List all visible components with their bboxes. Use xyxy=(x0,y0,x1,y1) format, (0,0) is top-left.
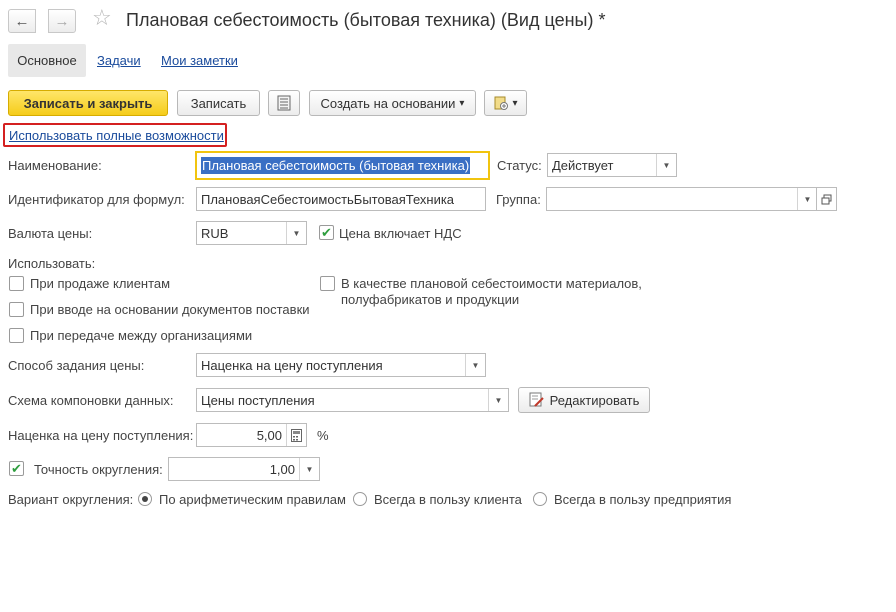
status-label: Статус: xyxy=(497,158,542,173)
tab-tasks[interactable]: Задачи xyxy=(97,53,141,68)
edit-schema-label: Редактировать xyxy=(549,392,640,408)
currency-value: RUB xyxy=(201,225,229,241)
attachments-button[interactable]: ▾ xyxy=(484,90,527,116)
edit-schema-button[interactable]: Редактировать xyxy=(518,387,650,413)
back-button[interactable]: ← xyxy=(8,9,36,33)
rounding-arithmetic-label: По арифметическим правилам xyxy=(159,492,346,507)
chevron-down-icon[interactable]: ▼ xyxy=(797,188,817,210)
use-sales-checkbox[interactable] xyxy=(9,276,24,291)
group-select[interactable]: ▼ xyxy=(546,187,818,211)
edit-icon xyxy=(529,392,544,407)
use-supply-docs-checkbox[interactable] xyxy=(9,302,24,317)
arrow-left-icon: ← xyxy=(14,12,30,30)
paperclip-document-icon xyxy=(494,96,509,110)
schema-select[interactable]: Цены поступления ▼ xyxy=(196,388,509,412)
rounding-company-radio[interactable] xyxy=(533,492,547,506)
use-intercompany-label: При передаче между организациями xyxy=(30,328,253,343)
create-based-on-label: Создать на основании xyxy=(320,95,456,111)
save-button[interactable]: Записать xyxy=(177,90,260,116)
chevron-down-icon[interactable]: ▼ xyxy=(299,458,319,480)
planned-cost-label-line1: В качестве плановой себестоимости матери… xyxy=(341,276,642,291)
markup-unit: % xyxy=(317,428,329,443)
chevron-down-icon[interactable]: ▼ xyxy=(488,389,508,411)
status-select[interactable]: Действует ▼ xyxy=(547,153,677,177)
markup-value: 5,00 xyxy=(256,427,282,443)
forward-button[interactable]: → xyxy=(48,9,76,33)
name-value: Плановая себестоимость (бытовая техника) xyxy=(201,157,471,174)
save-and-close-button[interactable]: Записать и закрыть xyxy=(8,90,168,116)
chevron-down-icon: ▾ xyxy=(459,97,465,109)
use-supply-docs-label: При вводе на основании документов постав… xyxy=(30,302,310,317)
checkmark-icon: ✔ xyxy=(321,225,332,240)
arrow-right-icon: → xyxy=(54,12,70,30)
chevron-down-icon[interactable]: ▼ xyxy=(286,222,306,244)
star-icon[interactable]: ☆ xyxy=(92,7,112,29)
schema-label: Схема компоновки данных: xyxy=(8,393,174,408)
rounding-variant-label: Вариант округления: xyxy=(8,492,134,507)
name-label: Наименование: xyxy=(8,158,102,173)
create-based-on-button[interactable]: Создать на основании ▾ xyxy=(309,90,476,116)
formula-id-input[interactable]: ПлановаяСебестоимостьБытоваяТехника xyxy=(196,187,486,211)
chevron-down-icon[interactable]: ▼ xyxy=(656,154,676,176)
open-group-button[interactable] xyxy=(816,187,837,211)
rounding-checkbox[interactable]: ✔ xyxy=(9,461,24,476)
tab-my-notes[interactable]: Мои заметки xyxy=(161,53,238,68)
vat-label: Цена включает НДС xyxy=(339,226,462,241)
currency-select[interactable]: RUB ▼ xyxy=(196,221,307,245)
open-window-icon xyxy=(821,194,832,204)
group-label: Группа: xyxy=(496,192,541,207)
markup-label: Наценка на цену поступления: xyxy=(8,428,194,443)
vat-checkbox[interactable]: ✔ xyxy=(319,225,334,240)
rounding-value: 1,00 xyxy=(269,461,295,477)
use-full-features-link[interactable]: Использовать полные возможности xyxy=(9,128,224,143)
markup-input[interactable]: 5,00 xyxy=(196,423,307,447)
rounding-select[interactable]: 1,00 ▼ xyxy=(168,457,320,481)
price-method-label: Способ задания цены: xyxy=(8,358,145,373)
rounding-company-label: Всегда в пользу предприятия xyxy=(554,492,732,507)
schema-value: Цены поступления xyxy=(201,392,315,408)
use-intercompany-checkbox[interactable] xyxy=(9,328,24,343)
use-sales-label: При продаже клиентам xyxy=(30,276,171,291)
formula-id-label: Идентификатор для формул: xyxy=(8,192,185,207)
tab-main-label: Основное xyxy=(17,53,77,68)
price-method-select[interactable]: Наценка на цену поступления ▼ xyxy=(196,353,486,377)
use-label: Использовать: xyxy=(8,256,96,271)
list-button[interactable] xyxy=(268,90,300,116)
rounding-arithmetic-radio[interactable] xyxy=(138,492,152,506)
planned-cost-checkbox[interactable] xyxy=(320,276,335,291)
formula-id-value: ПлановаяСебестоимостьБытоваяТехника xyxy=(201,191,455,207)
currency-label: Валюта цены: xyxy=(8,226,93,241)
rounding-label: Точность округления: xyxy=(34,462,163,477)
rounding-client-label: Всегда в пользу клиента xyxy=(374,492,522,507)
status-value: Действует xyxy=(552,157,614,173)
rounding-client-radio[interactable] xyxy=(353,492,367,506)
document-list-icon xyxy=(277,95,291,111)
tab-main[interactable]: Основное xyxy=(8,44,86,77)
chevron-down-icon[interactable]: ▼ xyxy=(465,354,485,376)
radio-selected-dot xyxy=(142,496,148,502)
name-input[interactable]: Плановая себестоимость (бытовая техника) xyxy=(195,151,490,180)
page-title: Плановая себестоимость (бытовая техника)… xyxy=(126,10,606,30)
planned-cost-label-line2: полуфабрикатов и продукции xyxy=(341,292,520,307)
calculator-icon[interactable] xyxy=(286,424,306,446)
price-method-value: Наценка на цену поступления xyxy=(201,357,383,373)
checkmark-icon: ✔ xyxy=(11,461,22,476)
chevron-down-icon: ▾ xyxy=(512,97,518,109)
